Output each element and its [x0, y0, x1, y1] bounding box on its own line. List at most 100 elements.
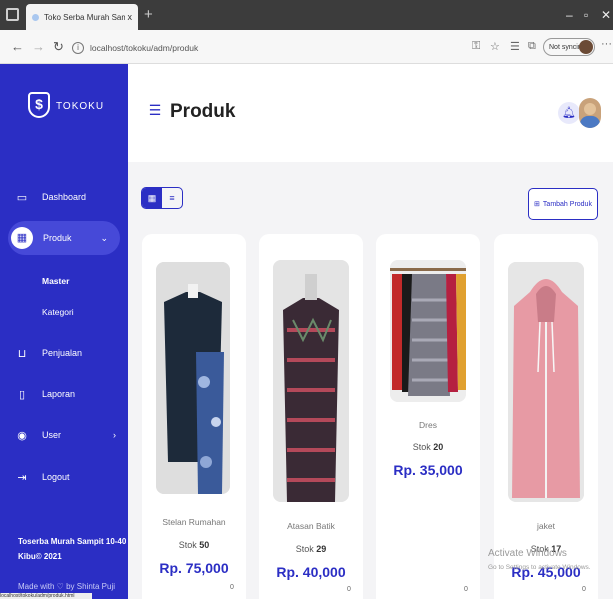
- product-id: 0: [347, 586, 351, 593]
- user-icon: ◉: [17, 429, 27, 442]
- product-image: [390, 260, 466, 402]
- sidebar-item-label: Logout: [42, 472, 70, 482]
- product-id: 0: [464, 586, 468, 593]
- stock-value: 20: [433, 442, 444, 452]
- list-view-icon[interactable]: ≡: [162, 188, 182, 208]
- sidebar-item-user[interactable]: ◉ User ›: [0, 418, 128, 452]
- profile-sync-button[interactable]: Not syncing: [543, 38, 595, 56]
- browser-tab[interactable]: Toko Serba Murah Sampit 10-40 x: [26, 4, 138, 30]
- back-icon[interactable]: ←: [11, 39, 24, 54]
- product-card[interactable]: Stelan Rumahan Stok 50 Rp. 75,000 0: [142, 234, 246, 599]
- sidebar-item-label: User: [42, 430, 62, 440]
- window-menu-icon[interactable]: [6, 8, 19, 21]
- sidebar-item-label: Produk: [43, 233, 72, 243]
- avatar-body: [580, 116, 600, 128]
- cart-icon: ⊔: [17, 347, 27, 360]
- view-toggle: ▦ ≡: [141, 187, 183, 209]
- product-price: Rp. 75,000: [159, 560, 229, 576]
- product-photo: [390, 260, 466, 402]
- chevron-down-icon: ⌄: [100, 232, 108, 243]
- sidebar: $ TOKOKU ▭ Dashboard ▦ Produk ⌄ Master K…: [0, 64, 128, 599]
- logout-icon: ⇥: [17, 471, 27, 484]
- bell-icon[interactable]: 🔔︎: [558, 102, 580, 124]
- browser-titlebar: Toko Serba Murah Sampit 10-40 x + – ▫ ✕: [0, 0, 613, 30]
- info-icon[interactable]: i: [72, 42, 84, 54]
- page-header: ☰ Produk 🔔︎: [128, 64, 613, 162]
- url-field[interactable]: i localhost/tokoku/adm/produk: [72, 39, 442, 57]
- status-bar-url: localhost/tokoku/adm/produk.html: [0, 593, 92, 599]
- refresh-icon[interactable]: ↻: [53, 39, 64, 55]
- new-tab-button[interactable]: +: [144, 6, 153, 23]
- collections-icon[interactable]: ⧉: [528, 40, 536, 53]
- activation-watermark-title: Activate Windows: [488, 548, 567, 559]
- file-icon: ▯: [18, 388, 26, 401]
- footer-credit: Made with ♡ by Shinta Puji: [18, 582, 115, 591]
- activation-watermark-hint: Go to Settings to activate Windows.: [488, 564, 591, 571]
- product-name: Dres: [419, 420, 437, 430]
- brand-name: TOKOKU: [56, 101, 105, 112]
- profile-avatar: [579, 40, 593, 54]
- sidebar-item-dashboard[interactable]: ▭ Dashboard: [0, 180, 128, 214]
- stock-value: 50: [199, 540, 210, 550]
- forward-icon[interactable]: →: [32, 39, 45, 54]
- product-stock: Stok 20: [376, 442, 480, 452]
- sidebar-item-label: Dashboard: [42, 192, 87, 202]
- product-price: Rp. 40,000: [276, 564, 346, 580]
- avatar-head: [584, 103, 596, 115]
- monitor-icon: ▭: [16, 191, 28, 204]
- product-image: [508, 262, 584, 502]
- product-image: [273, 260, 349, 502]
- add-product-label: Tambah Produk: [542, 200, 592, 208]
- page-title: Produk: [170, 101, 236, 122]
- hamburger-icon[interactable]: ☰: [145, 101, 165, 123]
- footer-store-info: Toserba Murah Sampit 10-40 Kibu© 2021: [18, 534, 126, 564]
- url-text: localhost/tokoku/adm/produk: [90, 43, 199, 53]
- more-options-icon[interactable]: ···: [601, 38, 612, 50]
- chevron-right-icon: ›: [113, 430, 116, 440]
- stock-label: Stok: [412, 442, 431, 452]
- product-stock: Stok 50: [142, 540, 246, 550]
- submenu-master[interactable]: Master: [42, 276, 69, 286]
- product-photo: [156, 262, 230, 494]
- product-photo: [508, 262, 584, 502]
- minimize-icon[interactable]: –: [566, 8, 573, 22]
- footer-year: Kibu© 2021: [18, 552, 62, 561]
- product-id: 0: [230, 584, 234, 591]
- box-icon: ▦: [11, 227, 33, 249]
- close-window-icon[interactable]: ✕: [601, 8, 611, 22]
- product-id: 0: [582, 586, 586, 593]
- favorites-list-icon[interactable]: ☰: [510, 40, 520, 53]
- sidebar-item-logout[interactable]: ⇥ Logout: [0, 460, 128, 494]
- add-icon: ⊞: [534, 201, 540, 208]
- favorite-icon[interactable]: ☆: [490, 40, 500, 53]
- grid-view-icon[interactable]: ▦: [142, 188, 162, 208]
- product-area: ▦ ≡ ⊞ Tambah Produk Stelan Rumahan Stok …: [128, 162, 613, 599]
- footer-title: Toserba Murah Sampit 10-40: [18, 537, 127, 546]
- tab-close-button[interactable]: x: [128, 12, 133, 22]
- product-name: jaket: [537, 521, 555, 531]
- sidebar-item-label: Laporan: [42, 389, 76, 399]
- product-image: [156, 262, 230, 494]
- sidebar-item-produk[interactable]: ▦ Produk ⌄: [8, 221, 120, 255]
- add-product-button[interactable]: ⊞ Tambah Produk: [528, 188, 598, 220]
- key-icon[interactable]: ⚿: [472, 40, 480, 53]
- maximize-icon[interactable]: ▫: [584, 8, 588, 22]
- product-name: Stelan Rumahan: [162, 517, 226, 527]
- product-card[interactable]: jaket Stok 17 Rp. 45,000 0: [494, 234, 598, 599]
- sidebar-item-penjualan[interactable]: ⊔ Penjualan: [0, 336, 128, 370]
- product-stock: Stok 29: [259, 544, 363, 554]
- product-photo: [273, 260, 349, 502]
- stock-label: Stok: [178, 540, 197, 550]
- stock-value: 29: [316, 544, 327, 554]
- product-card[interactable]: Dres Stok 20 Rp. 35,000 0: [376, 234, 480, 599]
- stock-label: Stok: [295, 544, 314, 554]
- tab-favicon-icon: [32, 13, 39, 21]
- product-price: Rp. 35,000: [393, 462, 463, 478]
- avatar[interactable]: [579, 98, 601, 128]
- address-bar: ← → ↻ i localhost/tokoku/adm/produk ⚿ ☆ …: [0, 30, 613, 64]
- submenu-kategori[interactable]: Kategori: [42, 307, 74, 317]
- product-name: Atasan Batik: [287, 521, 335, 531]
- sidebar-item-laporan[interactable]: ▯ Laporan: [0, 377, 128, 411]
- product-card[interactable]: Atasan Batik Stok 29 Rp. 40,000 0: [259, 234, 363, 599]
- logo-icon: $: [28, 92, 50, 118]
